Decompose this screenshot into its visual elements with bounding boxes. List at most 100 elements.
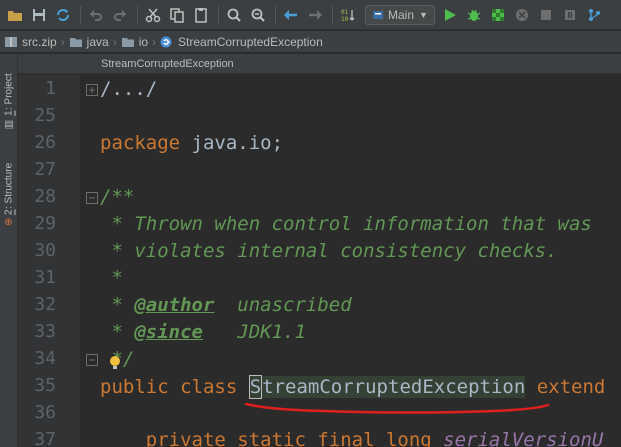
- keyword: public class: [100, 376, 249, 398]
- breadcrumb-label: src.zip: [22, 34, 57, 49]
- line-number: 27: [34, 159, 56, 180]
- project-tab-number: 1: [3, 110, 15, 116]
- doc-text: unascribed: [214, 294, 352, 316]
- line-number: 32: [34, 294, 56, 315]
- toolbar-separator: [332, 5, 333, 24]
- vcs-icon[interactable]: [583, 4, 605, 26]
- structure-tab-number: 2: [3, 209, 15, 215]
- find-icon[interactable]: [223, 4, 245, 26]
- run-config-label: Main: [388, 7, 415, 22]
- redo-icon[interactable]: [109, 4, 131, 26]
- package-name: java.io;: [180, 132, 284, 154]
- line-number: 29: [34, 213, 56, 234]
- svg-text:01: 01: [341, 9, 349, 16]
- folder-icon: [69, 37, 82, 47]
- open-folder-icon[interactable]: [4, 4, 26, 26]
- code-line-32: * @author unascribed: [100, 294, 352, 316]
- line-number: 36: [34, 402, 56, 423]
- toolbar-separator: [218, 5, 219, 24]
- field-name: serialVersionU: [443, 429, 604, 447]
- forward-arrow-icon[interactable]: [304, 4, 326, 26]
- javadoc-author-tag: @author: [134, 294, 215, 316]
- profile-icon[interactable]: [511, 4, 533, 26]
- doc-prefix: *: [100, 294, 135, 316]
- run-configuration-dropdown[interactable]: Main ▼: [365, 4, 435, 25]
- project-tool-tab[interactable]: ▤ 1: Project: [1, 60, 17, 130]
- fold-expand-icon[interactable]: [86, 84, 98, 96]
- stop-icon[interactable]: [535, 4, 557, 26]
- keyword: package: [100, 132, 181, 154]
- replace-icon[interactable]: [247, 4, 269, 26]
- line-number: 28: [34, 186, 56, 207]
- svg-text:10: 10: [341, 16, 349, 23]
- code-line-37: private static final long serialVersionU: [100, 429, 604, 447]
- line-number: 37: [34, 429, 56, 447]
- line-number: 33: [34, 321, 56, 342]
- line-number: 25: [34, 105, 56, 126]
- copy-icon[interactable]: [166, 4, 188, 26]
- save-icon[interactable]: [28, 4, 50, 26]
- paste-icon[interactable]: [190, 4, 212, 26]
- code-line-31: *: [100, 267, 123, 289]
- code-editor[interactable]: /.../ package java.io; /** * Thrown when…: [80, 75, 621, 447]
- navigation-breadcrumb: src.zip › java › io › StreamCorruptedExc…: [0, 31, 621, 53]
- lightbulb-icon[interactable]: [108, 355, 122, 371]
- line-number: 35: [34, 375, 56, 396]
- keyword: extend: [525, 376, 606, 398]
- breadcrumb-label: io: [138, 34, 149, 49]
- class-name-highlight: StreamCorruptedException: [248, 375, 526, 399]
- cut-icon[interactable]: [142, 4, 164, 26]
- toolbar-separator: [275, 5, 276, 24]
- code-line-33: * @since JDK1.1: [100, 321, 306, 343]
- breadcrumb-label: StreamCorruptedException: [178, 34, 323, 49]
- toolbar-separator: [80, 5, 81, 24]
- folder-icon: [121, 37, 134, 47]
- structure-tool-tab[interactable]: ⊕ 2: Structure: [1, 146, 17, 226]
- code-line-35: public class StreamCorruptedException ex…: [100, 375, 605, 399]
- sync-icon[interactable]: [52, 4, 74, 26]
- code-line-29: * Thrown when control information that w…: [100, 213, 592, 235]
- exception-class-icon: [160, 36, 172, 47]
- fold-end-icon[interactable]: [86, 354, 98, 366]
- structure-tab-label: : Structure: [3, 162, 15, 210]
- undo-icon[interactable]: [85, 4, 107, 26]
- breadcrumb-item-class[interactable]: StreamCorruptedException: [160, 35, 323, 49]
- structure-icon: ⊕: [3, 217, 15, 226]
- doc-text: JDK1.1: [202, 321, 306, 343]
- line-number: 26: [34, 132, 56, 153]
- editor-tab-bar: StreamCorruptedException: [18, 54, 621, 74]
- breadcrumb-item-java[interactable]: java: [69, 35, 109, 49]
- toolbar-separator: [137, 5, 138, 24]
- code-line-1: /.../: [100, 78, 158, 100]
- javadoc-since-tag: @since: [134, 321, 203, 343]
- doc-prefix: *: [100, 321, 135, 343]
- breadcrumb-item-src-zip[interactable]: src.zip: [4, 35, 57, 49]
- run-icon[interactable]: [439, 4, 461, 26]
- code-line-30: * violates internal consistency checks.: [100, 240, 558, 262]
- chevron-down-icon: ▼: [419, 9, 428, 20]
- breadcrumb-item-io[interactable]: io: [121, 35, 148, 49]
- line-number: 30: [34, 240, 56, 261]
- line-number: 1: [45, 78, 56, 99]
- back-arrow-icon[interactable]: [280, 4, 302, 26]
- editor-tab-streamcorruptedexception[interactable]: StreamCorruptedException: [101, 54, 234, 74]
- text-caret: S: [248, 375, 263, 399]
- suspend-icon[interactable]: [559, 4, 581, 26]
- project-tab-label: : Project: [3, 73, 15, 111]
- breadcrumb-separator: ›: [112, 34, 117, 49]
- keyword: private static final long: [100, 429, 444, 447]
- class-name: treamCorruptedException: [262, 376, 526, 398]
- java-class-icon: [373, 10, 383, 19]
- main-toolbar: 01 10 Main ▼: [0, 0, 621, 30]
- fold-collapse-icon[interactable]: [86, 192, 98, 204]
- debug-icon[interactable]: [463, 4, 485, 26]
- breadcrumb-label: java: [86, 34, 109, 49]
- archive-icon: [5, 36, 17, 47]
- coverage-icon[interactable]: [487, 4, 509, 26]
- line-number: 34: [34, 348, 56, 369]
- code-line-26: package java.io;: [100, 132, 283, 154]
- build-icon[interactable]: 01 10: [337, 4, 359, 26]
- breadcrumb-separator: ›: [60, 34, 65, 49]
- folder-icon: ▤: [3, 119, 15, 130]
- code-line-28: /**: [100, 186, 135, 208]
